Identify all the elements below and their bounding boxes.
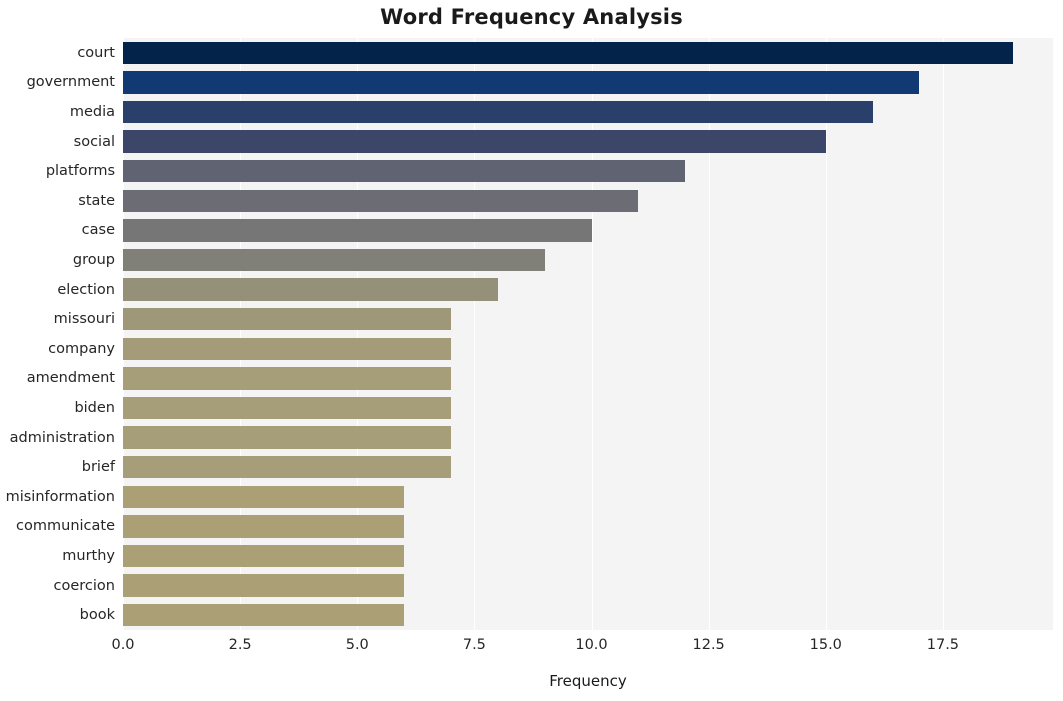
bar-row: [123, 100, 1053, 124]
bar-administration: [123, 426, 451, 449]
x-tick-label: 17.5: [926, 637, 960, 653]
bar-row: [123, 71, 1053, 94]
bar-brief: [123, 455, 451, 479]
bar-row: [123, 248, 1053, 272]
bar-row: [123, 41, 1053, 65]
y-tick-label-amendment: amendment: [26, 370, 115, 387]
y-tick-label-government: government: [26, 74, 115, 91]
bar-row: [123, 159, 1053, 183]
bar-row: [123, 396, 1053, 420]
x-axis-tick-labels: 0.0 2.5 5.0 7.5 10.0 12.5 15.0 17.5: [0, 637, 1063, 661]
y-tick-label-group: group: [72, 252, 115, 268]
bar-row: [123, 603, 1053, 627]
bar-row: [123, 219, 1053, 242]
x-axis-label: Frequency: [549, 672, 627, 690]
bar-row: [123, 189, 1053, 213]
bar-row: [123, 426, 1053, 449]
x-tick-label: 7.5: [462, 637, 486, 653]
bar-court: [123, 41, 1014, 65]
x-tick-label: 15.0: [809, 637, 842, 653]
bar-row: [123, 278, 1053, 301]
bar-election: [123, 278, 498, 301]
bar-missouri: [123, 307, 451, 331]
y-tick-label-media: media: [69, 104, 115, 120]
y-tick-label-state: state: [78, 192, 115, 209]
y-tick-label-murthy: murthy: [62, 548, 115, 564]
page-title: Word Frequency Analysis: [380, 5, 683, 29]
y-tick-label-communicate: communicate: [16, 518, 115, 535]
y-tick-label-book: book: [79, 607, 115, 624]
bar-platforms: [123, 159, 686, 183]
x-tick-label: 10.0: [575, 637, 608, 653]
y-tick-label-administration: administration: [9, 429, 115, 446]
x-tick-label: 0.0: [111, 637, 135, 653]
bar-state: [123, 189, 639, 213]
bar-media: [123, 100, 873, 124]
y-tick-label-brief: brief: [81, 459, 115, 476]
bar-coercion: [123, 574, 405, 597]
y-axis-tick-labels: court government media social platforms state…: [0, 38, 115, 630]
y-tick-label-social: social: [73, 133, 115, 150]
bar-government: [123, 71, 920, 94]
y-tick-label-court: court: [77, 44, 115, 61]
y-tick-label-case: case: [81, 222, 115, 239]
bar-row: [123, 337, 1053, 361]
y-tick-label-platforms: platforms: [45, 163, 115, 180]
bar-book: [123, 603, 405, 627]
x-tick-label: 2.5: [228, 637, 252, 653]
bars-layer: [123, 38, 1053, 630]
y-tick-label-company: company: [48, 340, 115, 357]
bar-misinformation: [123, 485, 405, 509]
y-tick-label-misinformation: misinformation: [5, 488, 115, 505]
bar-row: [123, 515, 1053, 538]
bar-row: [123, 367, 1053, 390]
bar-row: [123, 455, 1053, 479]
bar-row: [123, 130, 1053, 153]
x-tick-label: 5.0: [345, 637, 369, 653]
bar-case: [123, 219, 592, 242]
plot-area: [123, 38, 1053, 630]
bar-row: [123, 307, 1053, 331]
bar-company: [123, 337, 451, 361]
y-tick-label-election: election: [57, 281, 115, 298]
bar-row: [123, 544, 1053, 568]
chart-figure: Word Frequency Analysis court government m…: [0, 0, 1063, 701]
bar-biden: [123, 396, 451, 420]
bar-amendment: [123, 367, 451, 390]
bar-social: [123, 130, 826, 153]
bar-row: [123, 574, 1053, 597]
bar-murthy: [123, 544, 405, 568]
y-tick-label-coercion: coercion: [53, 577, 115, 594]
x-tick-label: 12.5: [692, 637, 725, 653]
bar-row: [123, 485, 1053, 509]
y-tick-label-biden: biden: [74, 400, 115, 416]
bar-communicate: [123, 515, 405, 538]
y-tick-label-missouri: missouri: [53, 311, 115, 328]
bar-group: [123, 248, 545, 272]
